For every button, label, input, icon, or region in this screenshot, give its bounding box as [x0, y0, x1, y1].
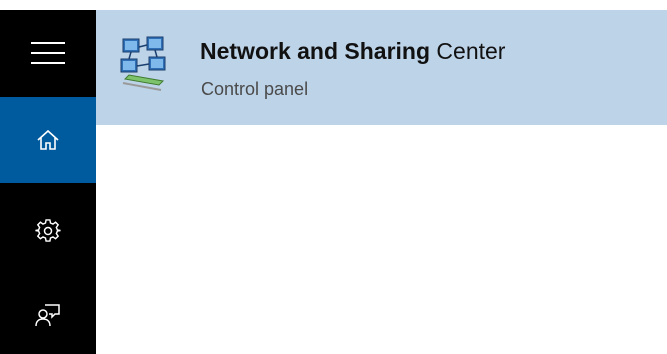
- result-title-rest: Center: [430, 38, 506, 64]
- home-icon: [37, 129, 59, 150]
- feedback-button[interactable]: [0, 272, 96, 354]
- search-result-network-and-sharing-center[interactable]: Network and Sharing Center Control panel: [96, 10, 667, 125]
- sidebar: [0, 10, 96, 354]
- results-empty-area: [96, 125, 667, 354]
- hamburger-menu-icon: [31, 42, 65, 64]
- result-subtitle: Control panel: [201, 79, 309, 99]
- settings-button[interactable]: [0, 188, 96, 274]
- result-title: Network and Sharing Center: [200, 38, 505, 65]
- network-and-sharing-center-icon: [120, 36, 166, 91]
- feedback-icon: [35, 304, 60, 327]
- top-strip: [0, 0, 667, 10]
- home-button[interactable]: [0, 97, 96, 183]
- gear-icon: [35, 219, 61, 242]
- menu-button[interactable]: [0, 10, 96, 96]
- result-title-bold: Network and Sharing: [200, 38, 431, 64]
